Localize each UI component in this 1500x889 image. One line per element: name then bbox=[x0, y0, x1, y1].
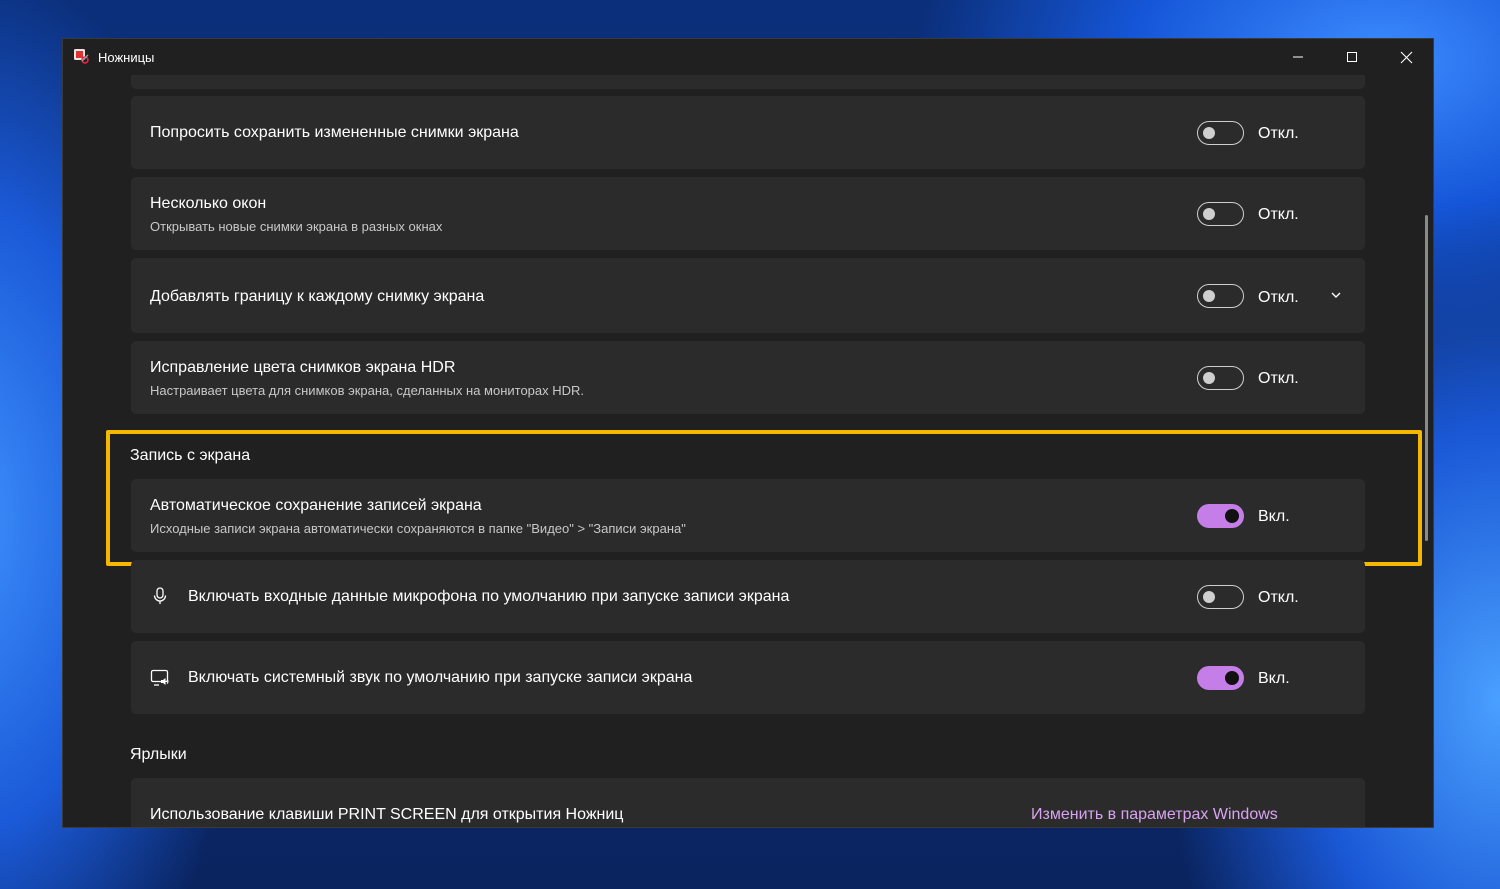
snipping-tool-app-icon bbox=[74, 49, 89, 64]
minimize-icon bbox=[1293, 56, 1303, 58]
setting-card-multiple-windows: Несколько окон Открывать новые снимки эк… bbox=[131, 177, 1365, 250]
maximize-icon bbox=[1347, 52, 1357, 62]
change-in-windows-settings-link[interactable]: Изменить в параметрах Windows bbox=[1031, 806, 1278, 824]
chevron-down-icon[interactable] bbox=[1329, 290, 1343, 300]
setting-subtitle: Открывать новые снимки экрана в разных о… bbox=[150, 219, 443, 234]
setting-card-hdr: Исправление цвета снимков экрана HDR Нас… bbox=[131, 341, 1365, 414]
maximize-button[interactable] bbox=[1325, 39, 1379, 75]
toggle-state-label: Откл. bbox=[1258, 289, 1299, 306]
setting-title: Добавлять границу к каждому снимку экран… bbox=[150, 288, 485, 305]
microphone-icon bbox=[153, 587, 167, 604]
setting-title: Включать системный звук по умолчанию при… bbox=[188, 669, 693, 686]
microphone-toggle[interactable] bbox=[1197, 585, 1244, 609]
setting-card-ask-save: Попросить сохранить измененные снимки эк… bbox=[131, 96, 1365, 169]
toggle-state-label: Откл. bbox=[1258, 125, 1299, 142]
toggle-knob bbox=[1225, 509, 1239, 523]
toggle-state-label: Откл. bbox=[1258, 589, 1299, 606]
setting-title: Исправление цвета снимков экрана HDR bbox=[150, 359, 456, 376]
snipping-tool-window: Ножницы Попросить сохранить измененные с… bbox=[62, 38, 1434, 828]
setting-title: Несколько окон bbox=[150, 195, 267, 212]
minimize-button[interactable] bbox=[1271, 39, 1325, 75]
hdr-toggle[interactable] bbox=[1197, 366, 1244, 390]
setting-title: Включать входные данные микрофона по умо… bbox=[188, 588, 790, 605]
title-bar: Ножницы bbox=[63, 39, 1433, 75]
setting-title: Использование клавиши PRINT SCREEN для о… bbox=[150, 806, 624, 823]
toggle-state-label: Откл. bbox=[1258, 370, 1299, 387]
add-border-toggle[interactable] bbox=[1197, 284, 1244, 308]
toggle-knob bbox=[1203, 127, 1215, 139]
toggle-state-label: Вкл. bbox=[1258, 670, 1290, 687]
toggle-knob bbox=[1203, 208, 1215, 220]
setting-subtitle: Исходные записи экрана автоматически сох… bbox=[150, 521, 686, 536]
toggle-knob bbox=[1203, 290, 1215, 302]
auto-save-recordings-toggle[interactable] bbox=[1197, 504, 1244, 528]
toggle-knob bbox=[1203, 372, 1215, 384]
system-audio-toggle[interactable] bbox=[1197, 666, 1244, 690]
setting-card-print-screen: Использование клавиши PRINT SCREEN для о… bbox=[131, 778, 1365, 827]
window-title: Ножницы bbox=[98, 50, 155, 65]
setting-title: Автоматическое сохранение записей экрана bbox=[150, 497, 482, 514]
close-button[interactable] bbox=[1379, 39, 1433, 75]
system-audio-icon bbox=[150, 669, 169, 686]
toggle-state-label: Вкл. bbox=[1258, 508, 1290, 525]
setting-subtitle: Настраивает цвета для снимков экрана, сд… bbox=[150, 383, 585, 398]
setting-card-partial bbox=[131, 75, 1365, 89]
toggle-state-label: Откл. bbox=[1258, 206, 1299, 223]
ask-save-toggle[interactable] bbox=[1197, 121, 1244, 145]
section-heading-screen-recording: Запись с экрана bbox=[130, 447, 251, 464]
section-heading-shortcuts: Ярлыки bbox=[130, 746, 187, 763]
toggle-knob bbox=[1225, 671, 1239, 685]
vertical-scrollbar[interactable] bbox=[1425, 215, 1428, 541]
setting-title: Попросить сохранить измененные снимки эк… bbox=[150, 124, 519, 141]
setting-card-auto-save-recordings: Автоматическое сохранение записей экрана… bbox=[131, 479, 1365, 552]
setting-card-system-audio: Включать системный звук по умолчанию при… bbox=[131, 641, 1365, 714]
close-icon bbox=[1400, 51, 1412, 63]
toggle-knob bbox=[1203, 591, 1215, 603]
multiple-windows-toggle[interactable] bbox=[1197, 202, 1244, 226]
setting-card-add-border[interactable]: Добавлять границу к каждому снимку экран… bbox=[131, 258, 1365, 333]
setting-card-microphone: Включать входные данные микрофона по умо… bbox=[131, 560, 1365, 633]
